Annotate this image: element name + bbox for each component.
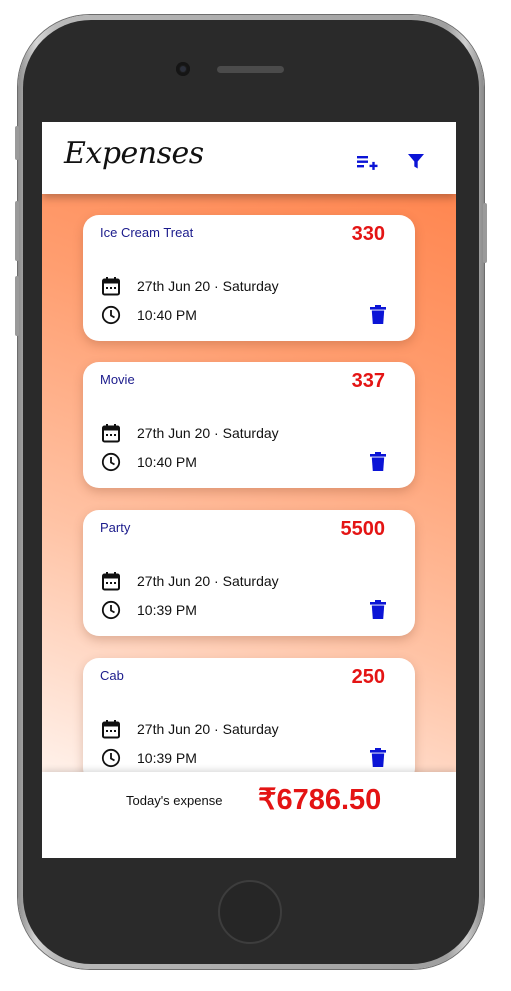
expense-card[interactable]: Movie 337 27th Jun 20 · Saturday 10:40 P… <box>83 362 415 488</box>
calendar-icon <box>102 424 120 443</box>
expense-time-row: 10:40 PM <box>101 451 197 473</box>
clock-icon <box>101 748 121 768</box>
calendar-icon <box>102 277 120 296</box>
expense-date: 27th Jun 20 · Saturday <box>137 721 279 737</box>
expense-date-row: 27th Jun 20 · Saturday <box>101 422 279 444</box>
expense-time: 10:39 PM <box>137 750 197 766</box>
clock-icon <box>101 452 121 472</box>
delete-icon[interactable] <box>370 305 386 324</box>
expense-title: Ice Cream Treat <box>100 225 194 240</box>
expense-date-row: 27th Jun 20 · Saturday <box>101 275 279 297</box>
front-camera <box>176 62 190 76</box>
expense-list[interactable]: Ice Cream Treat 330 27th Jun 20 · Saturd… <box>42 194 456 772</box>
delete-icon[interactable] <box>370 600 386 619</box>
app-bar: Expenses <box>42 122 456 194</box>
expense-card[interactable]: Ice Cream Treat 330 27th Jun 20 · Saturd… <box>83 215 415 341</box>
expense-title: Cab <box>100 668 124 683</box>
power-button <box>483 203 487 263</box>
expense-time: 10:40 PM <box>137 454 197 470</box>
earpiece-speaker <box>217 66 284 73</box>
total-label: Today's expense <box>126 793 223 808</box>
volume-down-button <box>15 276 19 336</box>
expense-time-row: 10:40 PM <box>101 304 197 326</box>
expense-date-row: 27th Jun 20 · Saturday <box>101 570 279 592</box>
expense-date: 27th Jun 20 · Saturday <box>137 278 279 294</box>
expense-date-row: 27th Jun 20 · Saturday <box>101 718 279 740</box>
expense-title: Party <box>100 520 131 535</box>
clock-icon <box>101 600 121 620</box>
volume-up-button <box>15 201 19 261</box>
expense-amount: 337 <box>351 370 385 392</box>
expense-time: 10:40 PM <box>137 307 197 323</box>
delete-icon[interactable] <box>370 748 386 767</box>
expense-date: 27th Jun 20 · Saturday <box>137 425 279 441</box>
expense-card[interactable]: Cab 250 27th Jun 20 · Saturday 10:39 PM <box>83 658 415 772</box>
total-amount: ₹6786.50 <box>258 784 382 816</box>
expense-time: 10:39 PM <box>137 602 197 618</box>
calendar-icon <box>102 572 120 591</box>
expense-date: 27th Jun 20 · Saturday <box>137 573 279 589</box>
filter-icon[interactable] <box>406 151 426 171</box>
expense-amount: 250 <box>351 666 385 688</box>
expense-title: Movie <box>100 372 135 387</box>
page-title: Expenses <box>64 136 204 171</box>
total-footer: Today's expense ₹6786.50 <box>42 772 456 858</box>
home-button[interactable] <box>218 880 282 944</box>
expense-time-row: 10:39 PM <box>101 599 197 621</box>
playlist-add-icon[interactable] <box>356 150 378 172</box>
clock-icon <box>101 305 121 325</box>
expense-amount: 5500 <box>340 518 386 540</box>
app-screen: Expenses Ice Cream Treat 330 27th Jun 20… <box>42 122 456 858</box>
expense-time-row: 10:39 PM <box>101 747 197 769</box>
delete-icon[interactable] <box>370 452 386 471</box>
mute-switch <box>15 126 19 160</box>
calendar-icon <box>102 720 120 739</box>
expense-card[interactable]: Party 5500 27th Jun 20 · Saturday 10:39 … <box>83 510 415 636</box>
expense-amount: 330 <box>351 223 385 245</box>
